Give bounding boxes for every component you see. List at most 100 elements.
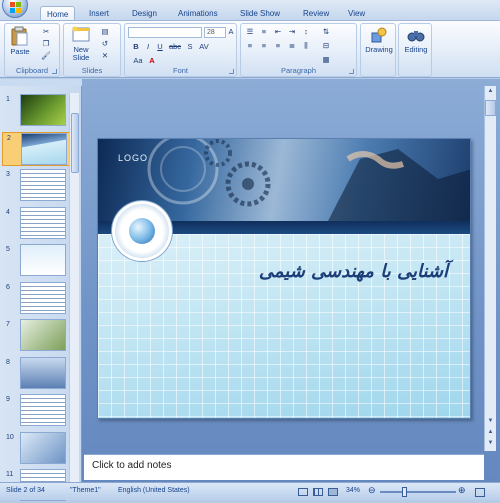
font-group-label: Font	[172, 66, 188, 75]
notes-pane[interactable]: Click to add notes	[84, 454, 484, 480]
status-bar: Slide 2 of 34 "Theme1" English (United S…	[0, 482, 500, 500]
slide-thumbnail-preview	[20, 394, 66, 426]
editing-group: Editing	[398, 23, 432, 77]
tab-slide-show[interactable]: Slide Show	[240, 9, 280, 18]
smartart-icon[interactable]: ▦	[321, 55, 331, 65]
font-group: 28 A B I U abc S AV Aa A Font	[124, 23, 237, 77]
font-color-button[interactable]: A	[147, 56, 157, 66]
decrease-indent-icon[interactable]: ⇤	[273, 27, 283, 37]
slide-title[interactable]: آشنایی با مهندسی شیمی	[198, 261, 448, 282]
fit-slide-icon[interactable]	[475, 488, 485, 497]
numbering-icon[interactable]: ≡	[259, 27, 269, 37]
previous-slide-icon[interactable]: ▲	[485, 427, 496, 437]
text-direction-icon[interactable]: ⇅	[321, 27, 331, 37]
zoom-level[interactable]: 34%	[346, 487, 360, 494]
office-logo-icon	[10, 2, 21, 13]
thumbnail-scroll-thumb[interactable]	[71, 113, 79, 173]
slide-thumbnail-number: 1	[6, 96, 10, 103]
language-status[interactable]: English (United States)	[118, 487, 190, 494]
globe-emblem	[112, 201, 172, 261]
slide-thumbnail[interactable]: 2	[2, 131, 70, 166]
slide-thumbnail[interactable]: 4	[2, 206, 70, 241]
columns-icon[interactable]: ⫼	[301, 41, 311, 51]
increase-indent-icon[interactable]: ⇥	[287, 27, 297, 37]
slides-group-label: Slides	[81, 66, 103, 75]
slide-thumbnail[interactable]: 8	[2, 356, 70, 391]
slide-thumbnail-number: 11	[6, 471, 14, 478]
new-slide-icon	[72, 26, 90, 42]
slide-thumbnail[interactable]: 3	[2, 169, 70, 203]
font-launcher-icon[interactable]	[229, 69, 234, 74]
copy-icon[interactable]: ❐	[41, 39, 51, 49]
zoom-slider-thumb[interactable]	[402, 487, 407, 497]
slide-thumbnail-preview	[20, 319, 66, 351]
delete-slide-icon[interactable]: ✕	[100, 51, 110, 61]
slide-scrollbar[interactable]: ▲ ▼ ▲ ▼	[484, 86, 496, 451]
new-slide-button[interactable]: New Slide	[66, 26, 96, 62]
layout-icon[interactable]: ▤	[100, 27, 110, 37]
slide-thumbnail[interactable]: 5	[2, 244, 70, 278]
slide-thumbnail-preview	[20, 431, 66, 464]
thumbnail-scrollbar[interactable]	[69, 93, 79, 482]
char-spacing-button[interactable]: AV	[197, 42, 211, 52]
reset-icon[interactable]: ↺	[100, 39, 110, 49]
bold-button[interactable]: B	[131, 42, 141, 52]
slide-thumbnail-preview	[20, 281, 66, 314]
slide-thumbnail-number: 7	[6, 321, 10, 328]
align-text-icon[interactable]: ⊟	[321, 41, 331, 51]
slide-thumbnail[interactable]: 7	[2, 319, 70, 353]
clipboard-launcher-icon[interactable]	[52, 69, 57, 74]
drawing-label: Drawing	[365, 45, 393, 54]
slide-thumbnail[interactable]: 10	[2, 431, 70, 466]
strikethrough-button[interactable]: abc	[167, 42, 183, 52]
justify-icon[interactable]: ≣	[287, 41, 297, 51]
normal-view-icon[interactable]	[298, 488, 308, 496]
underline-button[interactable]: U	[155, 42, 165, 52]
shadow-button[interactable]: S	[185, 42, 195, 52]
grow-font-icon[interactable]: A	[226, 27, 236, 37]
line-spacing-icon[interactable]: ↕	[301, 27, 311, 37]
drawing-button[interactable]: Drawing	[362, 26, 396, 54]
change-case-button[interactable]: Aa	[131, 56, 145, 66]
zoom-in-icon[interactable]: ⊕	[458, 485, 466, 496]
slide-scroll-thumb[interactable]	[485, 100, 496, 116]
scroll-down-icon[interactable]: ▼	[485, 416, 496, 426]
tab-animations[interactable]: Animations	[178, 9, 218, 18]
zoom-slider[interactable]	[380, 491, 456, 493]
slides-group: New Slide ▤ ↺ ✕ Slides	[63, 23, 121, 77]
editing-button[interactable]: Editing	[400, 26, 432, 54]
align-left-icon[interactable]: ≡	[245, 41, 255, 51]
slide-thumbnail[interactable]: 9	[2, 394, 70, 428]
slideshow-view-icon[interactable]	[328, 488, 338, 496]
slide-thumbnail[interactable]: 1	[2, 94, 70, 128]
slide-thumbnail[interactable]: 6	[2, 281, 70, 316]
cut-icon[interactable]: ✂	[41, 27, 51, 37]
paragraph-launcher-icon[interactable]	[349, 69, 354, 74]
paste-button[interactable]: Paste	[9, 26, 31, 56]
align-right-icon[interactable]: ≡	[273, 41, 283, 51]
bullets-icon[interactable]: ☰	[245, 27, 255, 37]
slide-thumbnail-preview	[20, 244, 66, 276]
tab-design[interactable]: Design	[132, 9, 157, 18]
font-name-combo[interactable]	[128, 27, 202, 38]
format-painter-icon[interactable]: 🖌	[41, 51, 51, 61]
slide-thumbnail-number: 5	[6, 246, 10, 253]
slide-canvas[interactable]: LOGO آشنایی با مهندسی شیمی	[97, 138, 471, 419]
scroll-up-icon[interactable]: ▲	[485, 86, 496, 96]
next-slide-icon[interactable]: ▼	[485, 438, 496, 448]
font-size-combo[interactable]: 28	[204, 27, 226, 38]
slide-sorter-icon[interactable]	[313, 488, 323, 496]
tab-insert[interactable]: Insert	[89, 9, 109, 18]
zoom-out-icon[interactable]: ⊖	[368, 485, 376, 496]
tab-view[interactable]: View	[348, 9, 365, 18]
slide-thumbnail-preview	[21, 132, 67, 165]
align-center-icon[interactable]: ≡	[259, 41, 269, 51]
italic-button[interactable]: I	[143, 42, 153, 52]
slide-thumbnail-number: 10	[6, 433, 14, 441]
tab-home[interactable]: Home	[40, 6, 76, 21]
slide-logo-text: LOGO	[118, 153, 149, 163]
tab-review[interactable]: Review	[303, 9, 329, 18]
new-slide-label: New Slide	[72, 45, 90, 62]
slide-thumbnail-preview	[20, 206, 66, 239]
paragraph-group-label: Paragraph	[280, 66, 317, 75]
